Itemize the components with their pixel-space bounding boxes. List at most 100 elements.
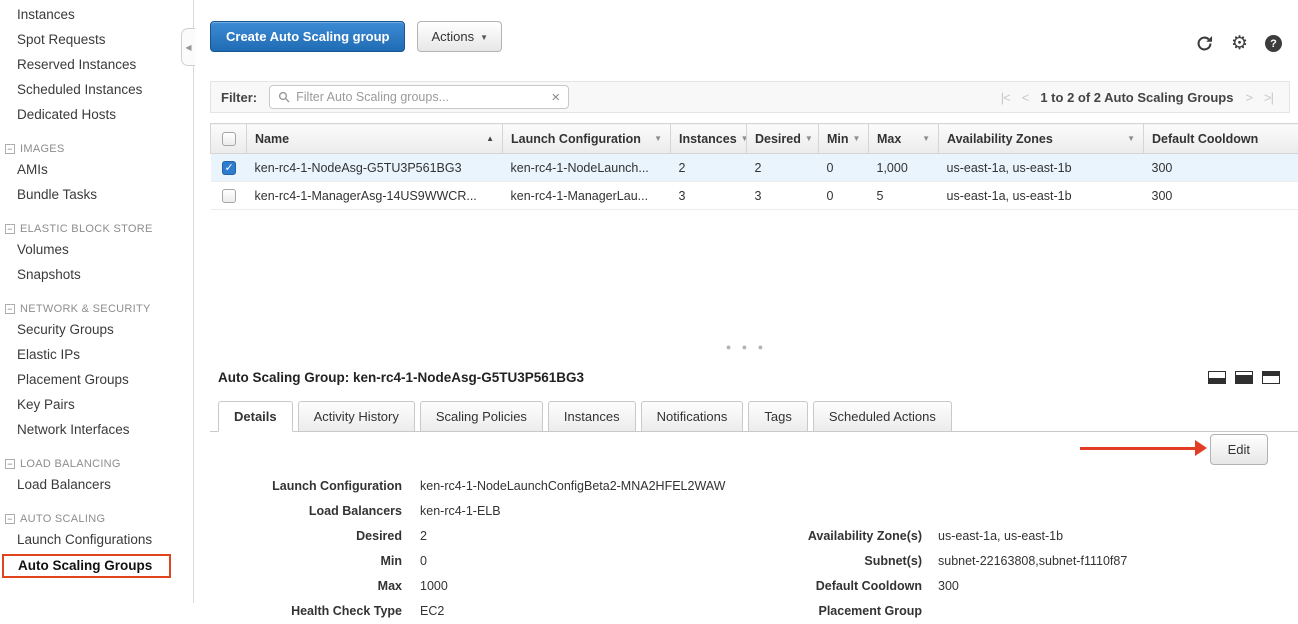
- select-all-checkbox[interactable]: [222, 132, 236, 146]
- field-row: Max 1000: [218, 574, 725, 599]
- sidebar-item-scheduled-instances[interactable]: Scheduled Instances: [0, 77, 193, 102]
- sidebar-section-images[interactable]: − IMAGES: [0, 143, 193, 155]
- sidebar-item-placement-groups[interactable]: Placement Groups: [0, 367, 193, 392]
- column-header-name[interactable]: Name▲: [247, 124, 503, 154]
- row-checkbox-checked[interactable]: [222, 161, 236, 175]
- tab-scaling-policies[interactable]: Scaling Policies: [420, 401, 543, 432]
- field-label: Desired: [218, 524, 414, 549]
- sidebar-nav: Instances Spot Requests Reserved Instanc…: [0, 0, 194, 603]
- filter-search-input[interactable]: [296, 90, 545, 104]
- row-select-cell: [211, 182, 247, 210]
- column-label: Launch Configuration: [511, 132, 641, 146]
- sidebar-item-key-pairs[interactable]: Key Pairs: [0, 392, 193, 417]
- layout-full-pane-icon[interactable]: [1262, 371, 1280, 384]
- field-value: ken-rc4-1-ELB: [414, 499, 501, 524]
- sidebar-item-security-groups[interactable]: Security Groups: [0, 317, 193, 342]
- layout-bottom-pane-icon[interactable]: [1208, 371, 1226, 384]
- tab-instances[interactable]: Instances: [548, 401, 636, 432]
- field-row: Subnet(s) subnet-22163808,subnet-f1110f8…: [750, 549, 1127, 574]
- sidebar-section-elastic-block-store[interactable]: − ELASTIC BLOCK STORE: [0, 223, 193, 235]
- sidebar-section-load-balancing[interactable]: − LOAD BALANCING: [0, 458, 193, 470]
- column-header-launch-configuration[interactable]: Launch Configuration▼: [503, 124, 671, 154]
- cell-launch-configuration: ken-rc4-1-NodeLaunch...: [503, 154, 671, 182]
- column-label: Availability Zones: [947, 132, 1053, 146]
- asg-table-wrap: Name▲ Launch Configuration▼ Instances▼ D…: [210, 123, 1298, 210]
- pane-layout-controls: [1208, 371, 1280, 384]
- sidebar-item-auto-scaling-groups[interactable]: Auto Scaling Groups: [2, 554, 171, 578]
- sidebar-item-spot-requests[interactable]: Spot Requests: [0, 27, 193, 52]
- table-row[interactable]: ken-rc4-1-ManagerAsg-14US9WWCR... ken-rc…: [211, 182, 1298, 210]
- sidebar-item-volumes[interactable]: Volumes: [0, 237, 193, 262]
- pagination-next-button[interactable]: >: [1245, 90, 1252, 105]
- detail-fields-right: Availability Zone(s) us-east-1a, us-east…: [750, 524, 1127, 624]
- field-label: Launch Configuration: [218, 474, 414, 499]
- table-row[interactable]: ken-rc4-1-NodeAsg-G5TU3P561BG3 ken-rc4-1…: [211, 154, 1298, 182]
- cell-name: ken-rc4-1-ManagerAsg-14US9WWCR...: [247, 182, 503, 210]
- pagination-prev-button[interactable]: <: [1022, 90, 1029, 105]
- actions-button-label: Actions: [431, 29, 474, 44]
- column-header-max[interactable]: Max▼: [869, 124, 939, 154]
- help-icon[interactable]: ?: [1265, 35, 1282, 52]
- row-checkbox[interactable]: [222, 189, 236, 203]
- field-value: 0: [414, 549, 427, 574]
- column-label: Desired: [755, 132, 801, 146]
- tab-activity-history[interactable]: Activity History: [298, 401, 415, 432]
- field-row: Desired 2: [218, 524, 725, 549]
- clear-filter-icon[interactable]: ×: [551, 90, 560, 105]
- layout-split-pane-icon[interactable]: [1235, 371, 1253, 384]
- caret-down-icon: ▼: [853, 134, 861, 143]
- cell-desired: 2: [747, 154, 819, 182]
- tab-details[interactable]: Details: [218, 401, 293, 432]
- sidebar-item-snapshots[interactable]: Snapshots: [0, 262, 193, 287]
- tab-tags[interactable]: Tags: [748, 401, 807, 432]
- column-header-min[interactable]: Min▼: [819, 124, 869, 154]
- tab-scheduled-actions[interactable]: Scheduled Actions: [813, 401, 952, 432]
- detail-header: Auto Scaling Group: ken-rc4-1-NodeAsg-G5…: [210, 362, 1298, 385]
- splitter-handle[interactable]: ● ● ●: [195, 342, 1298, 352]
- cell-name: ken-rc4-1-NodeAsg-G5TU3P561BG3: [247, 154, 503, 182]
- sidebar-section-auto-scaling[interactable]: − AUTO SCALING: [0, 513, 193, 525]
- sidebar-item-elastic-ips[interactable]: Elastic IPs: [0, 342, 193, 367]
- pagination-first-button[interactable]: |<: [1001, 90, 1010, 105]
- column-header-default-cooldown[interactable]: Default Cooldown: [1144, 124, 1298, 154]
- gear-icon[interactable]: ⚙: [1231, 34, 1248, 53]
- sidebar-collapse-handle[interactable]: ◀: [181, 28, 195, 66]
- field-value: 2: [414, 524, 427, 549]
- actions-button[interactable]: Actions▼: [417, 21, 502, 52]
- cell-instances: 3: [671, 182, 747, 210]
- sort-asc-icon: ▲: [486, 134, 494, 143]
- create-auto-scaling-group-button[interactable]: Create Auto Scaling group: [210, 21, 405, 52]
- sidebar-item-instances[interactable]: Instances: [0, 2, 193, 27]
- field-value: us-east-1a, us-east-1b: [932, 524, 1063, 549]
- sidebar-item-dedicated-hosts[interactable]: Dedicated Hosts: [0, 102, 193, 127]
- sidebar-item-amis[interactable]: AMIs: [0, 157, 193, 182]
- edit-button[interactable]: Edit: [1210, 434, 1268, 465]
- column-header-desired[interactable]: Desired ▼: [747, 124, 819, 154]
- refresh-icon[interactable]: [1195, 34, 1214, 53]
- caret-down-icon: ▼: [805, 134, 813, 143]
- collapse-section-icon: −: [5, 304, 15, 314]
- annotation-arrow-line: [1080, 447, 1195, 450]
- sidebar-section-network-security[interactable]: − NETWORK & SECURITY: [0, 303, 193, 315]
- field-value: subnet-22163808,subnet-f1110f87: [932, 549, 1127, 574]
- detail-title: Auto Scaling Group: ken-rc4-1-NodeAsg-G5…: [218, 370, 584, 385]
- sidebar-item-bundle-tasks[interactable]: Bundle Tasks: [0, 182, 193, 207]
- sidebar-item-load-balancers[interactable]: Load Balancers: [0, 472, 193, 497]
- cell-availability-zones: us-east-1a, us-east-1b: [939, 182, 1144, 210]
- sidebar-item-network-interfaces[interactable]: Network Interfaces: [0, 417, 193, 442]
- column-header-availability-zones[interactable]: Availability Zones ▼: [939, 124, 1144, 154]
- column-header-instances[interactable]: Instances▼: [671, 124, 747, 154]
- field-row: Launch Configuration ken-rc4-1-NodeLaunc…: [218, 474, 725, 499]
- collapse-section-icon: −: [5, 144, 15, 154]
- caret-down-icon: ▼: [1127, 134, 1135, 143]
- pagination-last-button[interactable]: >|: [1264, 90, 1273, 105]
- sidebar-item-launch-configurations[interactable]: Launch Configurations: [0, 527, 193, 552]
- sidebar-item-reserved-instances[interactable]: Reserved Instances: [0, 52, 193, 77]
- cell-desired: 3: [747, 182, 819, 210]
- detail-tabs: Details Activity History Scaling Policie…: [210, 401, 1298, 432]
- column-label: Max: [877, 132, 901, 146]
- cell-default-cooldown: 300: [1144, 154, 1298, 182]
- tab-notifications[interactable]: Notifications: [641, 401, 744, 432]
- sidebar-section-label: IMAGES: [20, 143, 65, 155]
- field-label: Min: [218, 549, 414, 574]
